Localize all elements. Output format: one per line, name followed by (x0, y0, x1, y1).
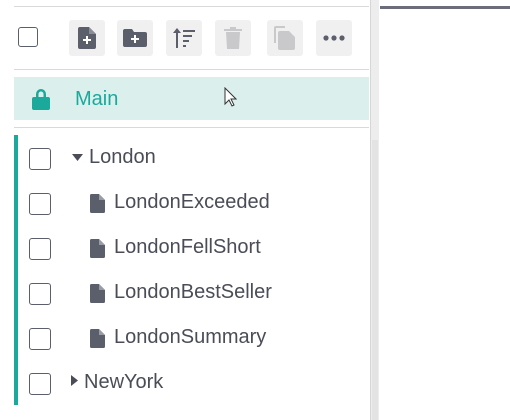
right-pane-divider (380, 6, 510, 9)
lock-icon (32, 89, 50, 110)
toolbar-divider (14, 69, 369, 70)
file-label: LondonExceeded (114, 191, 270, 213)
folder-label: London (89, 146, 156, 168)
select-all-checkbox[interactable] (18, 27, 38, 47)
copy-button[interactable] (267, 20, 303, 56)
file-tree: London LondonExceeded LondonFellShort Lo… (14, 135, 369, 405)
file-checkbox[interactable] (29, 238, 51, 260)
new-file-button[interactable] (69, 20, 105, 56)
file-icon (90, 194, 105, 213)
header-divider (14, 127, 369, 128)
scrollbar-thumb[interactable] (372, 140, 378, 420)
root-item-main[interactable]: Main (14, 77, 369, 120)
more-horizontal-icon (323, 35, 345, 41)
top-divider (14, 6, 369, 7)
file-icon (90, 284, 105, 303)
file-checkbox[interactable] (29, 193, 51, 215)
file-label: LondonFellShort (114, 236, 261, 258)
tree-folder-row[interactable]: NewYork (14, 360, 369, 405)
folder-checkbox[interactable] (29, 373, 51, 395)
folder-plus-icon (123, 29, 147, 47)
caret-right-icon[interactable] (71, 375, 78, 386)
tree-file-row[interactable]: LondonExceeded (14, 180, 369, 225)
file-label: LondonBestSeller (114, 281, 272, 303)
panel-splitter[interactable] (370, 0, 379, 420)
delete-button[interactable] (215, 20, 251, 56)
copy-icon (274, 26, 295, 50)
caret-down-icon[interactable] (72, 154, 83, 161)
tree-file-row[interactable]: LondonBestSeller (14, 270, 369, 315)
tree-folder-row[interactable]: London (14, 135, 369, 180)
file-icon (90, 239, 105, 258)
file-checkbox[interactable] (29, 328, 51, 350)
toolbar (14, 20, 369, 58)
folder-checkbox[interactable] (29, 148, 51, 170)
file-icon (90, 329, 105, 348)
explorer-panel: Main London LondonExceeded LondonFellSho… (0, 0, 370, 420)
file-label: LondonSummary (114, 326, 267, 348)
sort-button[interactable] (166, 20, 202, 56)
more-button[interactable] (316, 20, 352, 56)
file-plus-icon (78, 27, 96, 49)
file-checkbox[interactable] (29, 283, 51, 305)
root-item-label: Main (75, 88, 119, 110)
tree-file-row[interactable]: LondonSummary (14, 315, 369, 360)
tree-file-row[interactable]: LondonFellShort (14, 225, 369, 270)
folder-label: NewYork (84, 371, 164, 393)
trash-icon (224, 27, 242, 49)
new-folder-button[interactable] (117, 20, 153, 56)
sort-icon (173, 28, 195, 48)
mouse-cursor-icon (224, 87, 237, 107)
